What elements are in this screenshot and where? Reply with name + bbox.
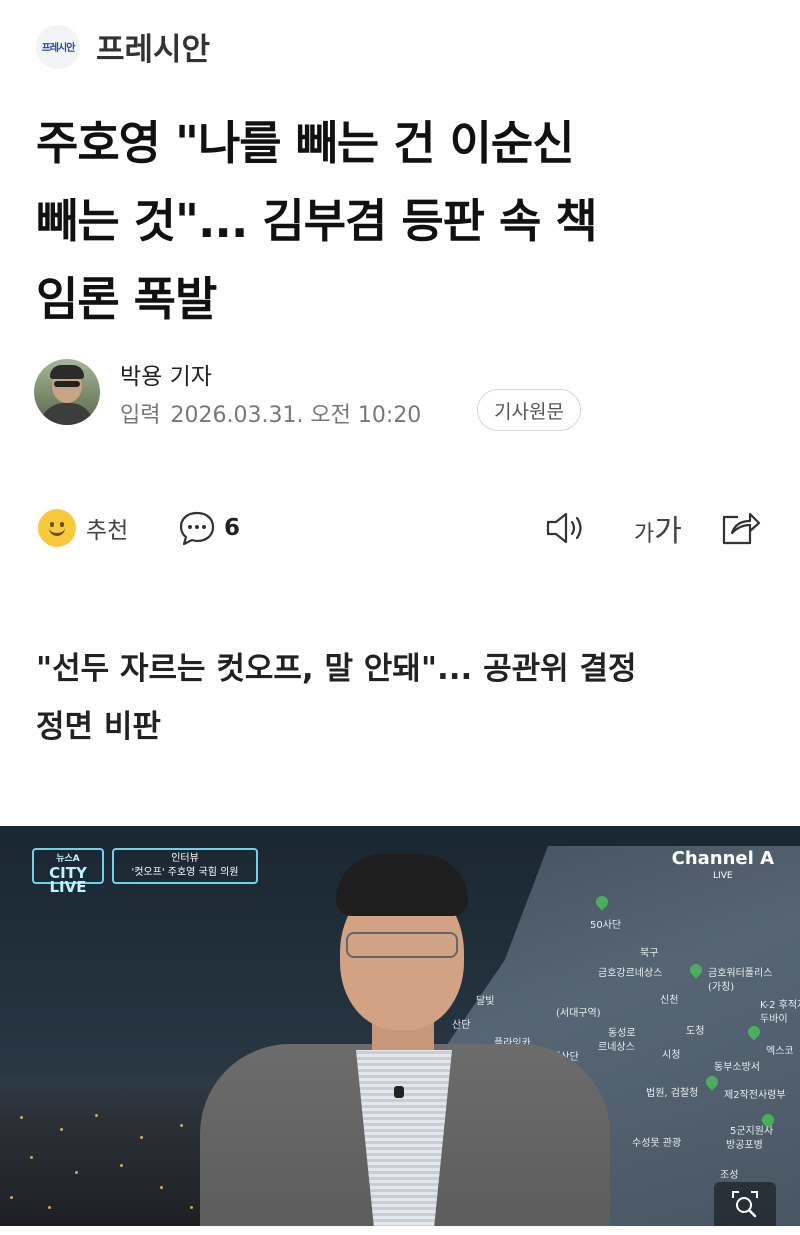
publisher-header[interactable]: 프레시안 프레시안 (36, 24, 210, 69)
article-toolbar: 추천 6 가가 (36, 505, 766, 551)
font-small-glyph: 가 (634, 522, 655, 547)
map-label: 동부소방서 (714, 1062, 760, 1073)
publisher-logo[interactable]: 프레시안 (36, 24, 80, 69)
map-label: 방공포병 (726, 1140, 763, 1151)
comment-icon (179, 511, 215, 546)
article-video[interactable]: 50사단 북구 금호강르네상스 금호워터폴리스 (가칭) 신천 달빛 (서대구역… (0, 826, 800, 1226)
article-headline: 주호영 "나를 빼는 건 이순신 빼는 것"... 김부겸 등판 속 책 임론 … (36, 104, 766, 338)
map-label: 신천 (660, 995, 679, 1006)
font-size-button[interactable]: 가가 (634, 505, 682, 551)
byline: 박용 기자 입력 2026.03.31. 오전 10:20 기사원문 (34, 357, 774, 431)
publisher-name[interactable]: 프레시안 (96, 24, 210, 69)
recommend-button[interactable]: 추천 (38, 505, 128, 551)
share-icon (722, 512, 761, 545)
caption-line: 인터뷰 (171, 853, 199, 864)
comment-button[interactable]: 6 (178, 505, 240, 551)
channel-logo: Channel A LIVE (672, 848, 774, 881)
font-big-glyph: 가 (654, 514, 682, 549)
map-label: 시청 (662, 1050, 681, 1061)
image-zoom-button[interactable] (714, 1182, 776, 1226)
interview-caption: 인터뷰 '컷오프' 주호영 국힘 의원 (112, 848, 258, 884)
speaker-icon (546, 512, 582, 544)
publish-date: 입력 2026.03.31. 오전 10:20 (120, 397, 421, 429)
map-label: 조성 (720, 1170, 739, 1181)
map-label: 동성로 (608, 1028, 636, 1039)
program-badge: 뉴스A CITY LIVE (32, 848, 104, 895)
map-label: 도청 (686, 1026, 705, 1037)
map-label: K-2 후적지 (760, 1000, 800, 1011)
listen-button[interactable] (544, 505, 588, 551)
subhead-line: "선두 자르는 컷오프, 말 안돼"... 공관위 결정 (36, 651, 637, 687)
map-label: 제2작전사령부 (724, 1090, 786, 1101)
headline-line: 주호영 "나를 빼는 건 이순신 (36, 116, 575, 170)
map-label: (가칭) (708, 982, 735, 993)
magnifier-icon (732, 1191, 758, 1218)
interviewee-figure (200, 854, 610, 1226)
microphone-icon (394, 1086, 404, 1098)
recommend-label: 추천 (86, 518, 129, 544)
reporter-avatar[interactable] (34, 359, 100, 425)
smile-icon (38, 509, 76, 547)
map-label: 엑스코 (766, 1046, 794, 1057)
map-label: 수성못 관광 (632, 1138, 682, 1149)
channel-live-label: LIVE (713, 871, 733, 881)
headline-line: 임론 폭발 (36, 272, 217, 326)
channel-name: Channel A (671, 848, 774, 869)
map-label: 금호워터폴리스 (708, 968, 773, 979)
map-label: 법원, 검찰청 (646, 1088, 699, 1099)
date-label: 입력 (120, 403, 161, 428)
comment-count: 6 (224, 515, 241, 541)
original-article-button[interactable]: 기사원문 (477, 389, 581, 431)
date-value: 2026.03.31. 오전 10:20 (170, 403, 422, 428)
map-label: 5군지원사 (730, 1126, 774, 1137)
reporter-name[interactable]: 박용 기자 (120, 357, 212, 391)
article-subheading: "선두 자르는 컷오프, 말 안돼"... 공관위 결정 정면 비판 (36, 640, 756, 756)
share-button[interactable] (720, 505, 762, 551)
font-size-icon: 가가 (634, 506, 682, 550)
map-label: 두바이 (760, 1014, 788, 1025)
headline-line: 빼는 것"... 김부겸 등판 속 책 (36, 194, 598, 248)
badge-main-text: CITY LIVE (49, 864, 87, 896)
subhead-line: 정면 비판 (36, 709, 161, 745)
map-label: 북구 (640, 948, 659, 959)
caption-line: '컷오프' 주호영 국힘 의원 (131, 867, 239, 878)
